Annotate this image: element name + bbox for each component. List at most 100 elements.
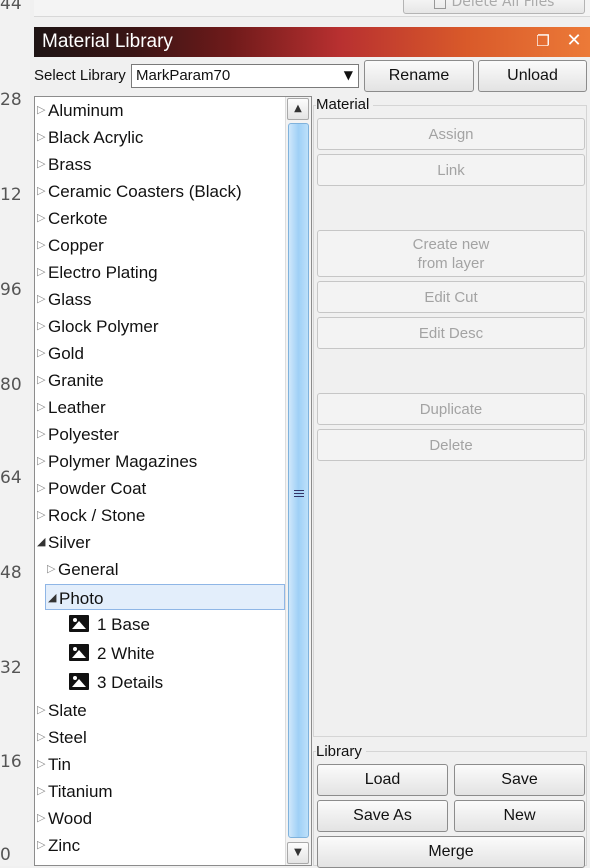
collapsed-triangle-icon[interactable]: ▷ — [37, 124, 45, 151]
ruler-label: 16 — [0, 752, 22, 772]
collapsed-triangle-icon[interactable]: ▷ — [37, 259, 45, 286]
tree-leaf-item[interactable]: 3 Details — [35, 669, 285, 696]
collapsed-triangle-icon[interactable]: ▷ — [37, 151, 45, 178]
ruler-label: 0 — [0, 845, 11, 865]
tree-item[interactable]: ▷ Glock Polymer — [35, 313, 285, 340]
collapsed-triangle-icon[interactable]: ▷ — [37, 286, 45, 313]
tree-item-label: Aluminum — [48, 101, 124, 120]
close-icon[interactable]: ✕ — [564, 31, 584, 51]
expanded-triangle-icon[interactable]: ◢ — [48, 585, 56, 612]
scrollbar-thumb[interactable] — [288, 123, 309, 838]
tree-item[interactable]: ◢ Photo — [45, 584, 285, 610]
link-button[interactable]: Link — [317, 154, 585, 186]
delete-button[interactable]: Delete — [317, 429, 585, 461]
collapsed-triangle-icon[interactable]: ▷ — [37, 421, 45, 448]
library-select[interactable]: MarkParam70 ▼ — [131, 64, 359, 88]
load-button[interactable]: Load — [317, 764, 448, 796]
tree-item-label: Leather — [48, 398, 106, 417]
collapsed-triangle-icon[interactable]: ▷ — [37, 394, 45, 421]
tree-item[interactable]: ▷ Gold — [35, 340, 285, 367]
tree-item-label: Glock Polymer — [48, 317, 159, 336]
tree-item-label: Electro Plating — [48, 263, 158, 282]
tree-item[interactable]: ▷ Powder Coat — [35, 475, 285, 502]
tree-item-label: 2 White — [97, 644, 155, 663]
delete-all-files-button[interactable]: Delete All Files — [403, 0, 585, 14]
tree-item[interactable]: ▷ Leather — [35, 394, 285, 421]
tree-item[interactable]: ▷ Granite — [35, 367, 285, 394]
edit-cut-button[interactable]: Edit Cut — [317, 281, 585, 313]
ruler-label: 96 — [0, 280, 22, 300]
collapsed-triangle-icon[interactable]: ▷ — [37, 697, 45, 724]
select-library-label: Select Library — [34, 67, 126, 84]
collapsed-triangle-icon[interactable]: ▷ — [37, 724, 45, 751]
collapsed-triangle-icon[interactable]: ▷ — [37, 448, 45, 475]
collapsed-triangle-icon[interactable]: ▷ — [37, 367, 45, 394]
ruler-label: 32 — [0, 658, 22, 678]
collapsed-triangle-icon[interactable]: ▷ — [37, 205, 45, 232]
duplicate-button[interactable]: Duplicate — [317, 393, 585, 425]
tree-item[interactable]: ▷ Cerkote — [35, 205, 285, 232]
unload-button[interactable]: Unload — [478, 60, 587, 92]
tree-item[interactable]: ▷ Slate — [35, 697, 285, 724]
tree-item-label: Gold — [48, 344, 84, 363]
collapsed-triangle-icon[interactable]: ▷ — [37, 502, 45, 529]
tree-leaf-item[interactable]: 1 Base — [35, 611, 285, 638]
collapsed-triangle-icon[interactable]: ▷ — [37, 232, 45, 259]
ruler-label: 64 — [0, 468, 22, 488]
edit-desc-button[interactable]: Edit Desc — [317, 317, 585, 349]
tree-item[interactable]: ▷ Tin — [35, 751, 285, 778]
scroll-up-icon[interactable]: ▲ — [287, 98, 309, 120]
tree-item[interactable]: ▷ Wood — [35, 805, 285, 832]
tree-item[interactable]: ▷ Titanium — [35, 778, 285, 805]
collapsed-triangle-icon[interactable]: ▷ — [37, 832, 45, 859]
tree-item-label: General — [58, 560, 119, 579]
tree-item-label: Cerkote — [48, 209, 108, 228]
tree-item[interactable]: ▷ Polymer Magazines — [35, 448, 285, 475]
scroll-down-icon[interactable]: ▼ — [287, 842, 309, 864]
tree-leaf-item[interactable]: 2 White — [35, 640, 285, 667]
trash-icon — [433, 0, 446, 9]
save-as-button[interactable]: Save As — [317, 800, 448, 832]
collapsed-triangle-icon[interactable]: ▷ — [37, 475, 45, 502]
tree-item[interactable]: ◢ Silver — [35, 529, 285, 556]
tree-item[interactable]: ▷ Rock / Stone — [35, 502, 285, 529]
tree-item[interactable]: ▷ Brass — [35, 151, 285, 178]
ruler-label: 28 — [0, 90, 22, 110]
tree-item[interactable]: ▷ Steel — [35, 724, 285, 751]
assign-button[interactable]: Assign — [317, 118, 585, 150]
expanded-triangle-icon[interactable]: ◢ — [37, 529, 45, 556]
save-button[interactable]: Save — [454, 764, 585, 796]
tree-item[interactable]: ▷ Black Acrylic — [35, 124, 285, 151]
collapsed-triangle-icon[interactable]: ▷ — [37, 751, 45, 778]
library-group-title: Library — [316, 743, 366, 760]
collapsed-triangle-icon[interactable]: ▷ — [47, 556, 55, 583]
collapsed-triangle-icon[interactable]: ▷ — [37, 97, 45, 124]
tree-item[interactable]: ▷ Zinc — [35, 832, 285, 859]
tree-item[interactable]: ▷ Ceramic Coasters (Black) — [35, 178, 285, 205]
tree-scrollbar[interactable]: ▲ ▼ — [285, 97, 311, 865]
dropdown-arrow-icon: ▼ — [343, 68, 353, 82]
tree-item[interactable]: ▷ Polyester — [35, 421, 285, 448]
collapsed-triangle-icon[interactable]: ▷ — [37, 778, 45, 805]
merge-button[interactable]: Merge — [317, 836, 585, 868]
collapsed-triangle-icon[interactable]: ▷ — [37, 178, 45, 205]
collapsed-triangle-icon[interactable]: ▷ — [37, 313, 45, 340]
create-new-from-layer-button[interactable]: Create new from layer — [317, 230, 585, 277]
tree-item-label: 1 Base — [97, 615, 150, 634]
delete-all-files-label: Delete All Files — [451, 0, 555, 10]
panel-title: Material Library — [42, 31, 173, 52]
tree-item[interactable]: ▷ Glass — [35, 286, 285, 313]
panel-titlebar[interactable]: Material Library ❐ ✕ — [34, 27, 590, 57]
tree-item[interactable]: ▷ Copper — [35, 232, 285, 259]
rename-button[interactable]: Rename — [364, 60, 474, 92]
new-button[interactable]: New — [454, 800, 585, 832]
vertical-ruler: 44 28 12 96 80 64 48 32 16 0 — [0, 0, 30, 866]
collapsed-triangle-icon[interactable]: ▷ — [37, 340, 45, 367]
collapsed-triangle-icon[interactable]: ▷ — [37, 805, 45, 832]
tree-item[interactable]: ▷ General — [35, 556, 285, 583]
library-select-value: MarkParam70 — [136, 67, 231, 84]
restore-icon[interactable]: ❐ — [534, 32, 552, 50]
tree-item[interactable]: ▷ Electro Plating — [35, 259, 285, 286]
tree-item[interactable]: ▷ Aluminum — [35, 97, 285, 124]
material-tree[interactable]: ▷ Aluminum ▷ Black Acrylic ▷ Brass ▷ Ceramic Co… — [34, 96, 312, 866]
